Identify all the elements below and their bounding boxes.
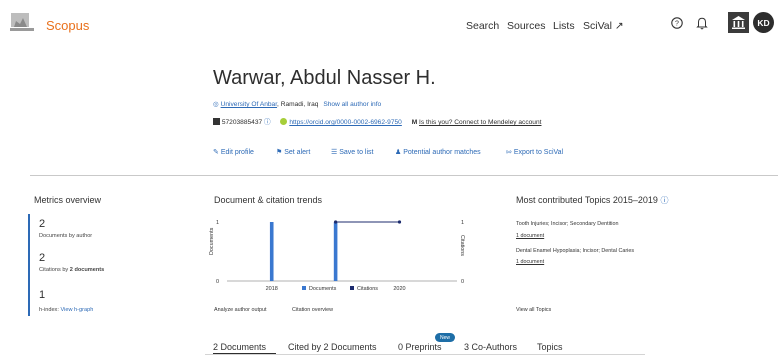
y-left-tick-label: 0 <box>216 279 219 285</box>
nav-scival[interactable]: SciVal ↗ <box>583 20 624 32</box>
y-right-tick-label: 0 <box>461 279 464 285</box>
documents-count: 2 <box>39 218 46 230</box>
metrics-overview-title: Metrics overview <box>34 195 102 205</box>
mendeley-icon: M <box>411 119 418 126</box>
trends-title: Document & citation trends <box>214 195 323 205</box>
topic-2-count[interactable]: 1 document <box>516 259 544 265</box>
potential-author-matches-button[interactable]: ♟ Potential author matches <box>395 148 481 156</box>
nav-lists[interactable]: Lists <box>553 20 575 32</box>
potential-author-matches-label: Potential author matches <box>403 149 481 156</box>
topics-title-text: Most contributed Topics 2015–2019 <box>516 195 658 205</box>
user-avatar[interactable]: KD <box>753 12 774 33</box>
y-right-tick-label: 1 <box>461 220 464 226</box>
documents-axis-label: Documents <box>209 227 215 255</box>
document-bar <box>269 222 274 281</box>
citations-label-bold: 2 documents <box>69 267 105 273</box>
identifier-row: 57203885437 ⓘ https://orcid.org/0000-000… <box>213 116 541 126</box>
info-icon[interactable]: ⓘ <box>660 196 668 205</box>
topic-1-name[interactable]: Tooth Injuries; Incisor; Secondary Denti… <box>516 221 618 227</box>
view-h-graph-link[interactable]: View h-graph <box>60 307 93 313</box>
new-badge: New <box>435 333 455 342</box>
location-icon: ◎ <box>213 101 219 108</box>
show-all-author-info-link[interactable]: Show all author info <box>323 101 381 108</box>
author-name: Warwar, Abdul Nasser H. <box>213 67 436 89</box>
citations-axis-label: Citations <box>459 235 465 256</box>
info-icon[interactable]: ⓘ <box>264 119 271 126</box>
y-left-tick-label: 1 <box>216 220 219 226</box>
affiliation-location: , Ramadi, Iraq <box>277 101 319 108</box>
citation-point <box>397 220 402 224</box>
orcid-link[interactable]: https://orcid.org/0000-0002-6962-9750 <box>289 119 402 126</box>
h-index-row: h-index: View h-graph <box>39 307 93 313</box>
export-icon: ⇰ <box>506 149 512 156</box>
save-to-list-button[interactable]: ☰ Save to list <box>331 148 373 156</box>
affiliation-link[interactable]: University Of Anbar <box>221 101 277 108</box>
legend-citations-label: Citations <box>357 286 378 292</box>
section-divider <box>30 175 778 176</box>
x-tick-label: 2020 <box>393 286 405 292</box>
legend-documents: Documents <box>302 286 336 292</box>
institution-icon[interactable] <box>728 12 749 33</box>
edit-profile-button[interactable]: ✎ Edit profile <box>213 148 254 156</box>
author-id-icon <box>213 118 220 125</box>
export-to-scival-label: Export to SciVal <box>513 149 564 156</box>
svg-text:?: ? <box>675 21 679 28</box>
tab-co-authors[interactable]: 3 Co-Authors <box>464 342 517 352</box>
legend-citations-swatch <box>350 286 354 290</box>
citation-point <box>334 220 338 224</box>
export-to-scival-button[interactable]: ⇰ Export to SciVal <box>506 148 563 156</box>
mendeley-connect-link[interactable]: Is this you? Connect to Mendeley account <box>419 119 541 126</box>
legend-documents-swatch <box>302 286 306 290</box>
x-tick-label: 2018 <box>266 286 278 292</box>
analyze-author-output-link[interactable]: Analyze author output <box>214 307 266 313</box>
affiliation-row: ◎ University Of Anbar, Ramadi, Iraq Show… <box>213 100 381 108</box>
documents-label: Documents by author <box>39 233 93 239</box>
topic-2-name[interactable]: Dental Enamel Hypoplasia; Incisor; Denta… <box>516 248 634 254</box>
tab-topics[interactable]: Topics <box>537 342 563 352</box>
elsevier-logo[interactable] <box>8 11 38 35</box>
set-alert-label: Set alert <box>284 149 311 156</box>
set-alert-button[interactable]: ⚑ Set alert <box>276 148 310 156</box>
author-id: 57203885437 <box>221 119 263 126</box>
citation-overview-link[interactable]: Citation overview <box>292 307 333 313</box>
citations-label-text: Citations by <box>39 267 70 273</box>
help-icon[interactable]: ? <box>668 14 686 32</box>
citations-count: 2 <box>39 252 46 264</box>
topic-1-count[interactable]: 1 document <box>516 233 544 239</box>
trends-chart: 0 1 0 1 2018 2020 <box>216 220 464 292</box>
metrics-accent-bar <box>28 214 30 316</box>
orcid-icon <box>280 118 288 125</box>
tab-preprints[interactable]: 0 Preprints <box>398 342 442 352</box>
tab-documents[interactable]: 2 Documents <box>213 342 266 352</box>
nav-sources[interactable]: Sources <box>507 20 546 32</box>
brand-name[interactable]: Scopus <box>46 18 89 33</box>
document-bar <box>333 222 338 281</box>
nav-search[interactable]: Search <box>466 20 499 32</box>
tab-cited-by[interactable]: Cited by 2 Documents <box>288 342 377 352</box>
h-index-value: 1 <box>39 289 46 301</box>
bell-icon[interactable] <box>693 14 711 32</box>
citations-label: Citations by 2 documents <box>39 267 104 273</box>
legend-citations: Citations <box>350 286 378 292</box>
list-icon: ☰ <box>331 149 338 156</box>
pencil-icon: ✎ <box>213 149 219 156</box>
people-icon: ♟ <box>395 149 402 156</box>
h-index-label: h-index: <box>39 307 59 313</box>
view-all-topics-link[interactable]: View all Topics <box>516 307 551 313</box>
topics-title: Most contributed Topics 2015–2019 ⓘ <box>516 195 668 206</box>
bell-icon: ⚑ <box>276 149 283 156</box>
edit-profile-label: Edit profile <box>220 149 254 156</box>
legend-documents-label: Documents <box>309 286 337 292</box>
save-to-list-label: Save to list <box>339 149 374 156</box>
